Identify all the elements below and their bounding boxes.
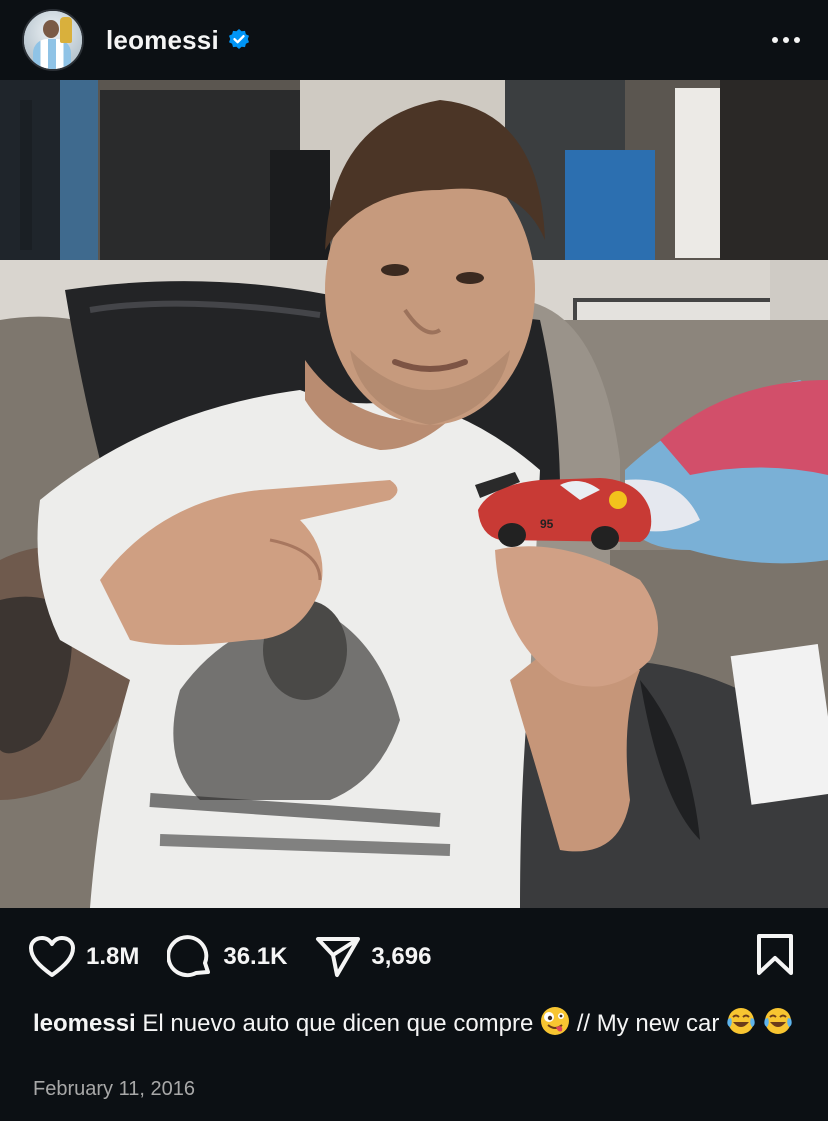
caption-text-part2: // My new car — [576, 1010, 720, 1037]
share-icon[interactable] — [315, 935, 361, 979]
post-actions: 1.8M 36.1K 3,696 — [0, 908, 828, 1006]
comment-count: 36.1K — [223, 943, 288, 970]
tears-of-joy-emoji — [726, 1006, 756, 1036]
bookmark-icon[interactable] — [756, 933, 794, 977]
share-action[interactable]: 3,696 — [315, 935, 431, 979]
like-action[interactable]: 1.8M — [28, 935, 139, 979]
comment-action[interactable]: 36.1K — [167, 934, 287, 980]
caption-username[interactable]: leomessi — [33, 1010, 136, 1037]
zany-face-emoji — [540, 1006, 570, 1036]
instagram-post: leomessi 95 1.8M 36.1K 3,696 leomessi El… — [0, 0, 828, 1121]
avatar[interactable] — [22, 9, 84, 71]
more-options-icon[interactable] — [772, 25, 800, 55]
share-count: 3,696 — [371, 943, 432, 970]
tears-of-joy-emoji — [763, 1006, 793, 1036]
like-count: 1.8M — [86, 943, 140, 970]
post-header: leomessi — [0, 0, 828, 80]
header-username[interactable]: leomessi — [106, 25, 219, 56]
comment-icon[interactable] — [167, 934, 213, 980]
post-photo[interactable]: 95 — [0, 80, 828, 908]
post-date: February 11, 2016 — [33, 1078, 195, 1100]
svg-text:95: 95 — [540, 517, 554, 531]
save-action[interactable] — [756, 933, 794, 982]
verified-badge-icon — [227, 28, 251, 52]
heart-icon[interactable] — [28, 935, 76, 979]
post-caption: leomessi El nuevo auto que dicen que com… — [33, 1006, 803, 1038]
caption-text-part1: El nuevo auto que dicen que compre — [142, 1010, 541, 1037]
